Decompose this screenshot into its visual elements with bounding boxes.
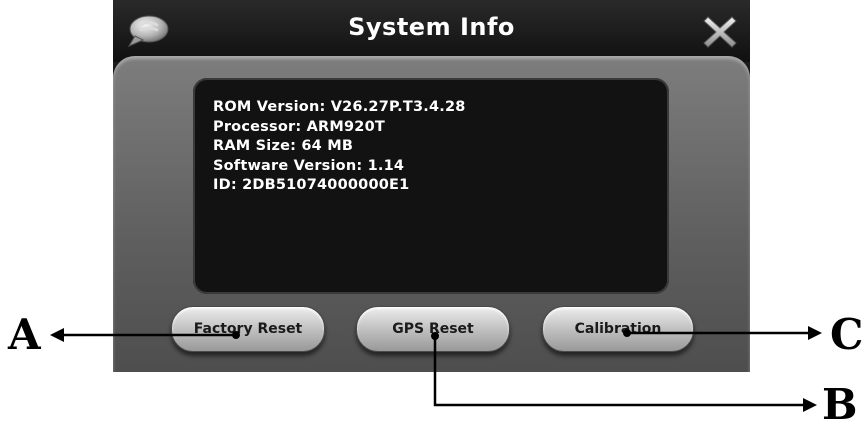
title-bar: System Info: [113, 0, 750, 62]
arrow-a-head: [50, 328, 64, 342]
system-info-screen: System Info ROM Version: V26.27P.T3.4.28…: [113, 0, 750, 372]
window-title: System Info: [348, 13, 515, 41]
callout-label-c: C: [830, 310, 864, 359]
ram-size-text: RAM Size: 64 MB: [213, 138, 354, 154]
system-info-box: ROM Version: V26.27P.T3.4.28 Processor: …: [193, 78, 669, 294]
gps-reset-button[interactable]: GPS Reset: [356, 306, 510, 352]
factory-reset-button[interactable]: Factory Reset: [171, 306, 325, 352]
arrow-c-head: [808, 326, 822, 340]
callout-label-b: B: [822, 380, 858, 429]
software-version-text: Software Version: 1.14: [213, 157, 405, 174]
processor-text: Processor: ARM920T: [213, 118, 385, 135]
rom-version-text: ROM Version: V26.27P.T3.4.28: [213, 99, 466, 115]
callout-label-a: A: [8, 310, 41, 359]
content-panel: ROM Version: V26.27P.T3.4.28 Processor: …: [113, 56, 750, 372]
calibration-button[interactable]: Calibration: [542, 306, 694, 352]
arrow-b-head: [803, 398, 817, 412]
system-info-list: ROM Version: V26.27P.T3.4.28 Processor: …: [213, 98, 466, 196]
device-id-text: ID: 2DB51074000000E1: [213, 177, 410, 193]
close-x-icon[interactable]: [702, 14, 738, 50]
